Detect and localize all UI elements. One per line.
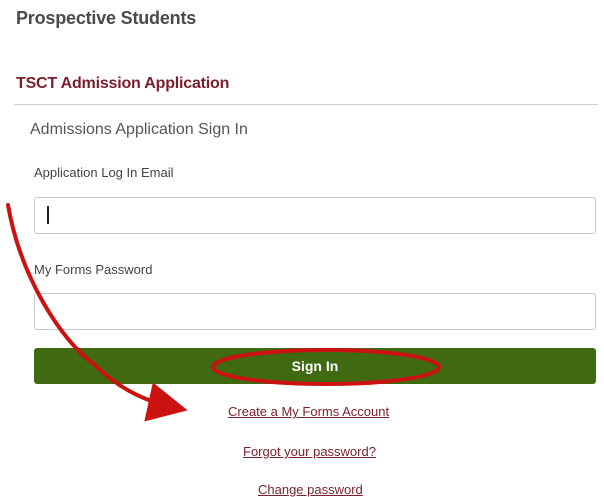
application-title: TSCT Admission Application: [16, 75, 230, 92]
page-heading: Prospective Students: [16, 8, 197, 28]
forgot-password-link[interactable]: Forgot your password?: [243, 444, 376, 459]
create-account-link[interactable]: Create a My Forms Account: [228, 404, 389, 419]
change-password-link[interactable]: Change password: [258, 482, 363, 497]
email-label: Application Log In Email: [34, 165, 174, 180]
password-label: My Forms Password: [34, 262, 153, 277]
password-input[interactable]: [34, 293, 596, 330]
email-input[interactable]: [34, 197, 596, 234]
section-divider: [14, 104, 598, 105]
sign-in-button[interactable]: Sign In: [34, 348, 596, 384]
signin-form-title: Admissions Application Sign In: [30, 121, 248, 138]
text-caret: [47, 206, 49, 224]
